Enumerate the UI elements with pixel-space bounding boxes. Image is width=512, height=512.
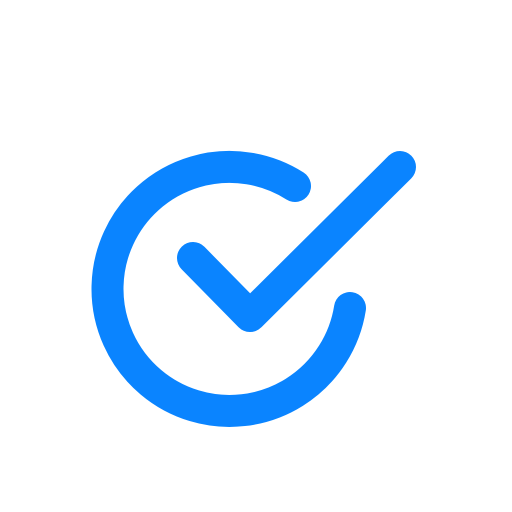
icon-canvas	[0, 0, 512, 512]
check-circle-icon	[91, 151, 416, 427]
